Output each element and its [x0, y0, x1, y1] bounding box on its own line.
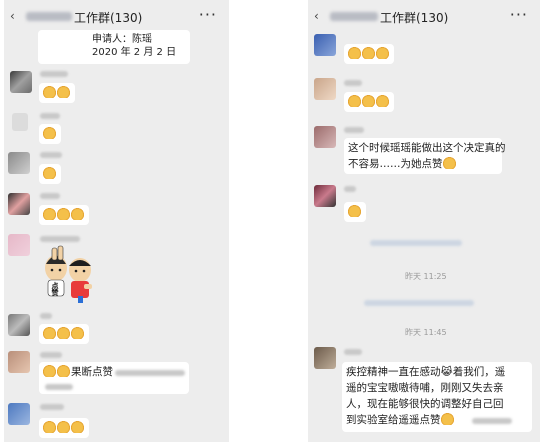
redacted-text [472, 418, 512, 424]
message-text: 到实验室给遥遥点赞 [346, 414, 441, 426]
thumbs-up-icon [71, 208, 84, 220]
thumbs-up-icon [43, 421, 56, 433]
avatar[interactable] [314, 34, 336, 56]
back-icon[interactable]: ‹ [10, 10, 18, 23]
thumbs-up-icon [440, 413, 454, 425]
thumbs-up-icon [43, 327, 56, 339]
chat-title: 工作群(130) [74, 11, 143, 25]
message-text: 人，现在能够很快的调整好自己回 [346, 398, 504, 410]
message-bubble[interactable] [39, 205, 89, 225]
avatar[interactable] [314, 78, 336, 100]
message-text: 遥的宝宝嗷嗷待哺，刚刚又失去亲 [346, 382, 504, 394]
group-name-redacted [26, 12, 72, 21]
message-bubble[interactable] [39, 83, 75, 103]
sender-name-redacted [40, 313, 52, 319]
avatar[interactable] [8, 351, 30, 373]
thumbs-up-icon [348, 205, 361, 217]
thumbs-up-icon [376, 95, 389, 107]
redacted-text [115, 370, 185, 376]
avatar[interactable] [314, 126, 336, 148]
avatar[interactable] [8, 403, 30, 425]
message-bubble[interactable] [39, 124, 61, 144]
thumbs-up-icon [348, 47, 361, 59]
avatar[interactable] [8, 314, 30, 336]
sender-name-redacted [40, 113, 60, 119]
message-bubble[interactable] [344, 92, 394, 112]
group-name-redacted [330, 12, 378, 21]
message-text: 果断点赞 [71, 366, 113, 378]
sender-name-redacted [40, 236, 80, 242]
system-notice-redacted [364, 300, 474, 306]
sender-name-redacted [344, 80, 362, 86]
avatar[interactable] [10, 71, 32, 93]
avatar[interactable] [8, 152, 30, 174]
message-bubble[interactable] [344, 44, 394, 64]
left-chat-screen: ‹ 工作群(130) ··· 申请人：陈瑶 2020 年 2 月 2 日 点赞 … [4, 0, 229, 442]
thumbs-up-icon [43, 86, 56, 98]
thumbs-up-icon [43, 127, 56, 139]
thumbs-up-icon [71, 327, 84, 339]
sticker-image [45, 245, 92, 303]
sender-name-redacted [344, 349, 362, 355]
more-icon[interactable]: ··· [199, 5, 217, 24]
thumbs-up-icon [362, 95, 375, 107]
sender-name-redacted [40, 404, 64, 410]
thumbs-up-icon [348, 95, 361, 107]
more-icon[interactable]: ··· [510, 5, 528, 24]
thumbs-up-icon [43, 365, 56, 377]
message-text: 这个时候瑶瑶能做出这个决定真的 [348, 142, 506, 154]
thumbs-up-icon [57, 208, 70, 220]
avatar[interactable] [8, 193, 30, 215]
message-bubble[interactable] [344, 202, 366, 222]
back-icon[interactable]: ‹ [314, 10, 322, 23]
avatar[interactable] [314, 185, 336, 207]
chat-title-bar: ‹ 工作群(130) ··· [4, 0, 229, 34]
message-bubble[interactable]: 这个时候瑶瑶能做出这个决定真的 不容易……为她点赞 [344, 138, 506, 174]
chat-title: 工作群(130) [380, 11, 449, 25]
sender-name-redacted [344, 186, 356, 192]
thumbs-up-icon [57, 365, 70, 377]
message-bubble[interactable] [39, 324, 89, 344]
redacted-text [45, 384, 73, 390]
application-card[interactable]: 申请人：陈瑶 2020 年 2 月 2 日 [38, 30, 190, 64]
message-bubble[interactable] [39, 164, 61, 184]
thumbs-up-icon [362, 47, 375, 59]
thumbs-up-sticker[interactable]: 点赞 [38, 244, 96, 304]
thumbs-up-icon [57, 327, 70, 339]
thumbs-up-icon [376, 47, 389, 59]
thumbs-up-icon [57, 86, 70, 98]
sender-name-redacted [40, 71, 68, 77]
sender-name-redacted [344, 127, 364, 133]
system-notice-redacted [370, 240, 462, 246]
timestamp: 昨天 11:45 [405, 328, 447, 337]
sticker-caption: 点赞 [51, 282, 59, 296]
thumbs-up-icon [43, 167, 56, 179]
avatar[interactable] [12, 113, 28, 131]
chat-title-bar: ‹ 工作群(130) ··· [308, 0, 540, 34]
avatar[interactable] [8, 234, 30, 256]
message-bubble[interactable]: 疾控精神一直在感动😹着我们，遥 遥的宝宝嗷嗷待哺，刚刚又失去亲 人，现在能够很快… [342, 362, 532, 432]
sender-name-redacted [40, 352, 62, 358]
message-text: 疾控精神一直在感动😹着我们，遥 [346, 366, 506, 378]
message-bubble[interactable] [39, 418, 89, 438]
timestamp: 昨天 11:25 [405, 272, 447, 281]
right-chat-screen: ‹ 工作群(130) ··· 这个时候瑶瑶能做出这个决定真的 不容易……为她点赞… [308, 0, 540, 442]
avatar[interactable] [314, 347, 336, 369]
application-date: 2020 年 2 月 2 日 [92, 47, 177, 58]
message-bubble[interactable]: 果断点赞 [39, 362, 189, 394]
sender-name-redacted [40, 152, 62, 158]
thumbs-up-icon [71, 421, 84, 433]
message-text: 不容易……为她点赞 [348, 158, 443, 170]
thumbs-up-icon [442, 157, 456, 169]
thumbs-up-icon [57, 421, 70, 433]
thumbs-up-icon [43, 208, 56, 220]
sender-name-redacted [40, 193, 60, 199]
